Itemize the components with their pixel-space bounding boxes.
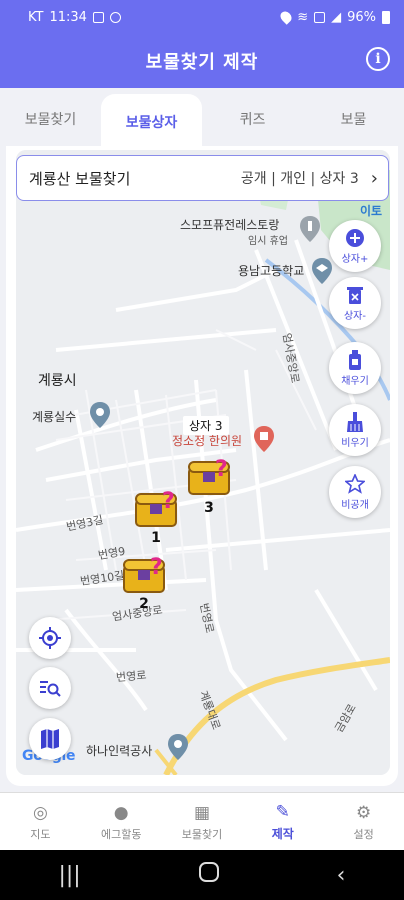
- remove-box-button[interactable]: 상자-: [329, 277, 381, 329]
- remove-box-label: 상자-: [343, 310, 366, 322]
- notification-icon: [109, 11, 121, 23]
- list-search-icon: [40, 681, 61, 697]
- clock: 11:34: [49, 9, 87, 25]
- map-search-icon: ◎: [32, 802, 48, 823]
- list-search-button[interactable]: [29, 667, 71, 709]
- tab-treasure[interactable]: 보물: [303, 88, 404, 146]
- location-icon: [278, 9, 294, 25]
- map-label-restaurant-sub: 임시 휴업: [248, 236, 288, 247]
- nav-map-label: 지도: [30, 827, 51, 841]
- street-label: 번영로: [115, 668, 147, 685]
- egg-icon: ●: [113, 802, 129, 823]
- battery-icon: [382, 10, 390, 24]
- svg-text:?: ?: [162, 489, 175, 514]
- nav-settings-label: 설정: [353, 827, 374, 841]
- bottle-icon: [345, 349, 365, 370]
- treasure-chest-icon: ?: [123, 555, 165, 593]
- map-label-school: 용남고등학교: [238, 264, 305, 278]
- business-marker-icon[interactable]: [168, 734, 188, 760]
- school-marker-icon[interactable]: [312, 258, 332, 284]
- treasure-chest-icon: ?: [135, 489, 177, 527]
- tab-quiz[interactable]: 퀴즈: [202, 88, 303, 146]
- private-label: 비공개: [341, 499, 369, 511]
- tab-bar: 보물찾기 보물상자 퀴즈 보물: [0, 88, 404, 146]
- gear-icon: ⚙: [355, 802, 372, 823]
- nav-egg-label: 에그할동: [100, 827, 142, 841]
- crosshair-icon: [39, 627, 61, 649]
- gallery-icon: [92, 11, 104, 23]
- chevron-right-icon: ›: [370, 167, 378, 189]
- treasure-chest-icon: ?: [188, 457, 230, 495]
- trash-icon: [345, 285, 365, 305]
- page-title: 보물찾기 제작: [145, 52, 259, 73]
- signal-icon: ◢: [331, 9, 342, 25]
- poi-marker-icon[interactable]: [90, 402, 110, 428]
- bottom-nav: ◎ 지도 ● 에그할동 ▦ 보물찾기 ✎ 제작 ⚙ 설정: [0, 792, 404, 850]
- map-label-business: 하나인력공사: [86, 744, 153, 758]
- fill-label: 채우기: [341, 375, 369, 387]
- grid-icon: ▦: [193, 802, 211, 823]
- home-icon[interactable]: [198, 861, 220, 889]
- my-location-button[interactable]: [29, 617, 71, 659]
- nav-treasure-hunt-label: 보물찾기: [181, 827, 223, 841]
- plus-circle-icon: [345, 228, 365, 248]
- star-icon: [345, 473, 365, 494]
- info-icon[interactable]: i: [366, 47, 390, 71]
- treasure-chest-marker[interactable]: ? 3: [185, 452, 233, 522]
- add-box-button[interactable]: 상자+: [329, 220, 381, 272]
- tab-treasure-hunt[interactable]: 보물찾기: [0, 88, 101, 146]
- map-type-button[interactable]: [29, 718, 71, 760]
- svg-text:?: ?: [150, 555, 163, 580]
- chest-number: 1: [151, 530, 161, 546]
- hospital-marker-icon[interactable]: [254, 426, 274, 452]
- empty-label: 비우기: [341, 437, 369, 449]
- recents-icon[interactable]: |||: [58, 863, 80, 888]
- nav-egg[interactable]: ● 에그할동: [81, 793, 162, 850]
- restaurant-marker-icon[interactable]: [300, 216, 320, 242]
- map-icon: [41, 729, 59, 749]
- system-nav-bar: ||| ‹: [0, 850, 404, 900]
- nav-create[interactable]: ✎ 제작: [242, 793, 323, 850]
- nav-treasure-hunt[interactable]: ▦ 보물찾기: [162, 793, 243, 850]
- broom-icon: [345, 411, 365, 432]
- status-bar: KT 11:34 ≋ ◢ 96%: [0, 0, 404, 34]
- tab-treasure-box[interactable]: 보물상자: [101, 94, 202, 146]
- battery-level: 96%: [347, 9, 376, 25]
- chest-number: 2: [139, 596, 149, 612]
- nav-settings[interactable]: ⚙ 설정: [323, 793, 404, 850]
- hunt-meta: 공개 | 개인 | 상자 3: [240, 171, 359, 187]
- lte-icon: [314, 11, 326, 23]
- treasure-chest-marker[interactable]: ? 1: [132, 484, 180, 554]
- carrier-label: KT: [28, 9, 44, 25]
- selected-box-tooltip: 상자 3: [183, 416, 229, 435]
- chest-number: 3: [204, 500, 214, 516]
- fill-button[interactable]: 채우기: [329, 342, 381, 394]
- map-label-city: 계룡시: [38, 373, 77, 389]
- edit-icon: ✎: [275, 802, 290, 822]
- hunt-name: 계룡산 보물찾기: [29, 169, 131, 188]
- add-box-label: 상자+: [341, 253, 369, 265]
- app-header: 보물찾기 제작 i: [0, 34, 404, 88]
- private-button[interactable]: 비공개: [329, 466, 381, 518]
- wifi-icon: ≋: [297, 9, 309, 25]
- hunt-selector[interactable]: 계룡산 보물찾기 공개 | 개인 | 상자 3 ›: [16, 155, 389, 201]
- treasure-chest-marker[interactable]: ? 2: [120, 550, 168, 620]
- map-label-partial: 이토: [360, 204, 383, 218]
- back-icon[interactable]: ‹: [337, 863, 346, 888]
- svg-text:?: ?: [215, 457, 228, 482]
- nav-map[interactable]: ◎ 지도: [0, 793, 81, 850]
- map-label-restaurant: 스모프퓨전레스토랑: [180, 218, 280, 232]
- nav-create-label: 제작: [271, 827, 294, 841]
- empty-button[interactable]: 비우기: [329, 404, 381, 456]
- map-label-poi: 계룡실수: [32, 410, 77, 424]
